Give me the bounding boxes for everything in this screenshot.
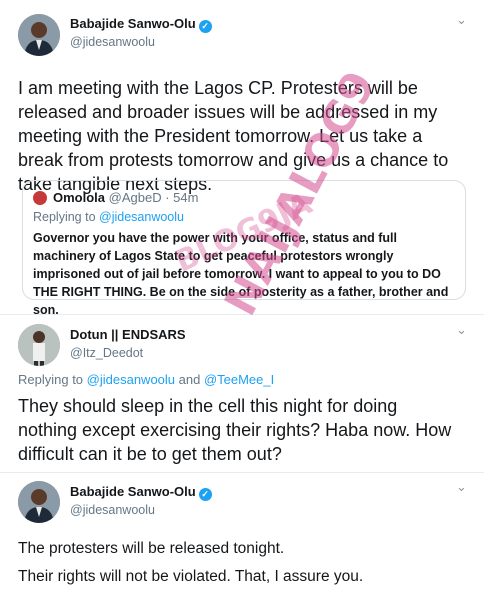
author-name[interactable]: Dotun || ENDSARS bbox=[70, 327, 186, 342]
reply-mention-link[interactable]: @TeeMee_I bbox=[204, 372, 274, 387]
reply-prefix: Replying to bbox=[18, 372, 87, 387]
author-handle[interactable]: @Itz_Deedot bbox=[70, 346, 143, 360]
tweet-text: I am meeting with the Lagos CP. Proteste… bbox=[18, 78, 449, 194]
profile-photo bbox=[18, 481, 60, 523]
tweet-text-line-2: Their rights will not be violated. That,… bbox=[18, 568, 364, 585]
reply-and: and bbox=[175, 372, 204, 387]
reply-mention-link[interactable]: @jidesanwoolu bbox=[99, 210, 184, 224]
verified-badge-icon: ✓ bbox=[198, 488, 212, 501]
verified-badge-icon: ✓ bbox=[198, 20, 212, 33]
author-name[interactable]: Babajide Sanwo-Olu ✓ bbox=[70, 16, 212, 33]
profile-photo bbox=[18, 14, 60, 56]
chevron-down-icon[interactable]: ⌄ bbox=[456, 479, 467, 495]
reply-prefix: Replying to bbox=[33, 210, 100, 224]
avatar[interactable] bbox=[18, 481, 60, 523]
author-name[interactable]: Babajide Sanwo-Olu ✓ bbox=[70, 484, 212, 501]
chevron-down-icon[interactable]: ⌄ bbox=[456, 322, 467, 338]
quoted-reply-line: Replying to @jidesanwoolu bbox=[33, 210, 184, 224]
avatar[interactable] bbox=[18, 324, 60, 366]
author-handle[interactable]: @jidesanwoolu bbox=[70, 503, 155, 517]
quoted-header: Omolola @AgbeD · 54m bbox=[53, 190, 198, 205]
author-name-text: Babajide Sanwo-Olu bbox=[70, 16, 196, 31]
quoted-meta: @AgbeD · 54m bbox=[108, 190, 199, 205]
author-handle[interactable]: @jidesanwoolu bbox=[70, 35, 155, 49]
tweet-text: They should sleep in the cell this night… bbox=[18, 396, 452, 464]
author-name-text: Babajide Sanwo-Olu bbox=[70, 484, 196, 499]
avatar[interactable] bbox=[18, 14, 60, 56]
reply-line: Replying to @jidesanwoolu and @TeeMee_I bbox=[18, 372, 274, 387]
reply-mention-link[interactable]: @jidesanwoolu bbox=[87, 372, 175, 387]
chevron-down-icon[interactable]: ⌄ bbox=[456, 12, 467, 28]
tweet-text-line-1: The protesters will be released tonight. bbox=[18, 540, 285, 557]
divider bbox=[0, 472, 484, 473]
profile-photo bbox=[18, 324, 60, 366]
quoted-avatar bbox=[33, 191, 47, 205]
quoted-author-name: Omolola bbox=[53, 190, 106, 205]
